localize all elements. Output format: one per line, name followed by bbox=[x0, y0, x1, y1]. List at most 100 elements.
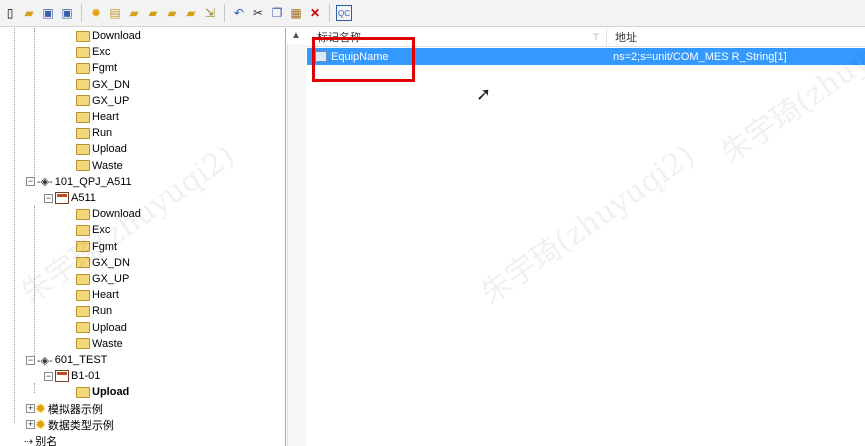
tree-scrollbar[interactable] bbox=[287, 44, 306, 446]
tree-item-tag-group[interactable]: Upload bbox=[76, 384, 129, 400]
tree-item-channel[interactable]: − -◈- 601_TEST bbox=[26, 352, 107, 368]
tag-group-label: Fgmt bbox=[92, 62, 118, 75]
channel-label: 601_TEST bbox=[54, 354, 108, 366]
folder-icon bbox=[76, 208, 90, 220]
toolbar: ▯ ▰ ▣ ▣ ✹ ▤ ▰ ▰ ▰ ▰ ⇲ ↶ ✂ ❐ ▦ ✕ QC bbox=[0, 0, 865, 27]
save-icon[interactable]: ▣ bbox=[40, 5, 56, 21]
tree-item-tag-group[interactable]: Exc bbox=[76, 222, 110, 238]
tree-item-tag-group[interactable]: Fgmt bbox=[76, 239, 117, 255]
tree-item-tag-group[interactable]: Waste bbox=[76, 336, 123, 352]
red-highlight-box bbox=[312, 37, 415, 82]
folder-icon bbox=[76, 160, 90, 172]
tag-group-label: Run bbox=[92, 305, 113, 318]
tree-item-device[interactable]: − A511 bbox=[44, 190, 96, 206]
tag-address-cell[interactable]: ns=2;s=unit/COM_MES R_String[1] bbox=[607, 51, 787, 63]
tree-item-tag-group[interactable]: Run bbox=[76, 303, 112, 319]
scroll-up-arrow-icon[interactable]: ▲ bbox=[287, 28, 305, 44]
tree-item-tag-group[interactable]: Exc bbox=[76, 44, 110, 60]
tag-group-label: Exc bbox=[92, 46, 111, 59]
tree-item-tag-group[interactable]: Run bbox=[76, 125, 112, 141]
delete-icon[interactable]: ✕ bbox=[307, 5, 323, 21]
channel-label: 数据类型示例 bbox=[47, 419, 114, 432]
tag-group-label: Heart bbox=[92, 111, 119, 123]
project-tree[interactable]: Download Exc Fgmt GX_DN GX_UP Heart Run Upload W… bbox=[0, 28, 286, 446]
folder-icon bbox=[76, 386, 90, 398]
tag-group-label: GX_DN bbox=[92, 78, 130, 91]
cut-icon[interactable]: ✂ bbox=[250, 5, 266, 21]
new-device-icon[interactable]: ▰ bbox=[145, 5, 161, 21]
device-icon bbox=[55, 370, 69, 383]
open-icon[interactable]: ▰ bbox=[21, 5, 37, 21]
device-icon bbox=[55, 192, 69, 204]
sort-indicator-icon: ⊤ bbox=[592, 31, 600, 42]
tree-item-tag-group[interactable]: Heart bbox=[76, 109, 119, 125]
channel-label: 模拟器示例 bbox=[47, 403, 103, 416]
paste-icon[interactable]: ▦ bbox=[288, 5, 304, 21]
new-group-icon[interactable]: ▰ bbox=[164, 5, 180, 21]
tag-group-label: Waste bbox=[92, 337, 123, 350]
tag-group-label: Download bbox=[92, 30, 141, 42]
new-tag-icon[interactable]: ▰ bbox=[183, 5, 199, 21]
folder-icon bbox=[76, 305, 90, 317]
tree-item-alias[interactable]: ⇢ 别名 bbox=[22, 433, 57, 446]
folder-icon bbox=[76, 322, 90, 334]
tree-item-tag-group[interactable]: GX_DN bbox=[76, 77, 130, 93]
tree-item-tag-group[interactable]: Fgmt bbox=[76, 60, 117, 76]
alias-label: 别名 bbox=[35, 436, 58, 446]
undo-icon[interactable]: ↶ bbox=[231, 5, 247, 21]
tree-item-datatype[interactable]: + ✹ 数据类型示例 bbox=[26, 417, 114, 433]
column-header-address-label: 地址 bbox=[615, 32, 637, 44]
tag-group-label: GX_UP bbox=[92, 94, 130, 107]
tree-item-tag-group[interactable]: GX_UP bbox=[76, 93, 129, 109]
toolbar-separator bbox=[224, 4, 225, 22]
new-channel-icon[interactable]: ▰ bbox=[126, 5, 142, 21]
export-icon[interactable]: ⇲ bbox=[202, 5, 218, 21]
tree-item-tag-group[interactable]: Heart bbox=[76, 287, 119, 303]
tag-group-label: Heart bbox=[92, 289, 119, 302]
tree-item-device[interactable]: − B1-01 bbox=[44, 368, 100, 384]
collapse-icon[interactable]: − bbox=[44, 371, 53, 381]
settings-gear-icon[interactable]: ✹ bbox=[88, 5, 104, 21]
folder-icon bbox=[76, 338, 90, 350]
tree-item-tag-group[interactable]: Upload bbox=[76, 141, 127, 157]
tree-item-tag-group[interactable]: Waste bbox=[76, 158, 123, 174]
tag-group-label: Run bbox=[92, 127, 113, 140]
tree-item-channel[interactable]: − -◈- 101_QPJ_A511 bbox=[26, 174, 132, 190]
tag-group-label: Download bbox=[92, 208, 141, 221]
folder-icon bbox=[76, 241, 90, 253]
save-as-icon[interactable]: ▣ bbox=[59, 5, 75, 21]
tree-item-tag-group[interactable]: Download bbox=[76, 206, 141, 222]
tree-item-tag-group[interactable]: Upload bbox=[76, 320, 127, 336]
collapse-icon[interactable]: − bbox=[26, 355, 35, 365]
folder-icon bbox=[76, 79, 90, 91]
tree-item-tag-group[interactable]: Download bbox=[76, 28, 141, 44]
folder-icon bbox=[76, 289, 90, 301]
folder-icon bbox=[76, 273, 90, 285]
channel-icon: -◈- bbox=[37, 354, 53, 367]
channel-label: 101_QPJ_A511 bbox=[54, 175, 132, 188]
copy-icon[interactable]: ❐ bbox=[269, 5, 285, 21]
tag-list[interactable]: 标记名称 ⊤ 地址 EquipName ns=2;s=unit/COM_MES … bbox=[307, 28, 865, 446]
channel-icon: -◈- bbox=[37, 176, 53, 189]
folder-icon bbox=[76, 224, 90, 236]
tag-group-label: GX_UP bbox=[92, 273, 130, 285]
folder-icon bbox=[76, 143, 90, 155]
properties-icon[interactable]: ▤ bbox=[107, 5, 123, 21]
tree-item-simulator[interactable]: + ✹ 模拟器示例 bbox=[26, 401, 103, 417]
toolbar-separator bbox=[81, 4, 82, 22]
tag-group-label: Fgmt bbox=[92, 240, 118, 253]
expand-icon[interactable]: + bbox=[26, 404, 35, 414]
tree-item-tag-group[interactable]: GX_DN bbox=[76, 255, 130, 271]
collapse-icon[interactable]: − bbox=[44, 193, 53, 203]
tag-group-label: Upload bbox=[92, 143, 127, 156]
column-header-address[interactable]: 地址 bbox=[607, 28, 865, 46]
expand-icon[interactable]: + bbox=[26, 420, 35, 430]
tag-group-label: GX_DN bbox=[92, 256, 130, 269]
alias-icon: ⇢ bbox=[24, 435, 34, 446]
folder-icon bbox=[76, 46, 90, 58]
quick-client-icon[interactable]: QC bbox=[336, 5, 352, 21]
folder-icon bbox=[76, 111, 90, 123]
collapse-icon[interactable]: − bbox=[26, 177, 35, 187]
new-icon[interactable]: ▯ bbox=[2, 5, 18, 21]
tree-item-tag-group[interactable]: GX_UP bbox=[76, 271, 129, 287]
